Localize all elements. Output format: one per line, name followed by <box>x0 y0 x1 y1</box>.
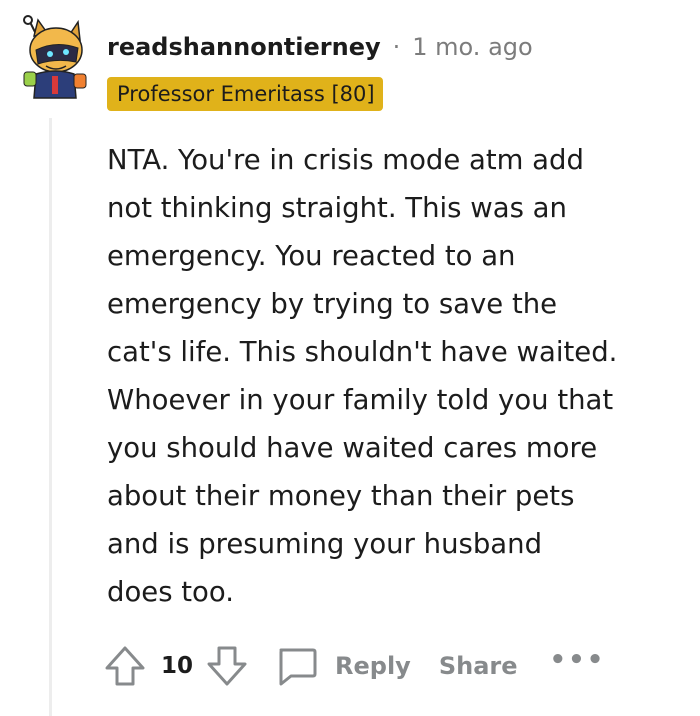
upvote-icon[interactable] <box>103 644 147 688</box>
timestamp[interactable]: 1 mo. ago <box>412 33 532 61</box>
user-flair: Professor Emeritass [80] <box>107 77 383 111</box>
username-link[interactable]: readshannontierney <box>107 33 381 61</box>
avatar[interactable] <box>16 14 88 104</box>
separator-dot: · <box>392 33 401 61</box>
vote-score: 10 <box>161 653 194 679</box>
comment-actions: 10 Reply Share ••• <box>103 640 605 692</box>
more-icon[interactable]: ••• <box>550 645 606 675</box>
comment-body: NTA. You're in crisis mode atm add not t… <box>107 144 618 608</box>
comment-header: readshannontierney · 1 mo. ago <box>107 30 533 64</box>
reply-label: Reply <box>335 652 411 680</box>
reply-button[interactable]: Reply <box>275 644 411 688</box>
thread-line[interactable] <box>49 118 52 716</box>
comment-bubble-icon <box>275 644 319 688</box>
share-button[interactable]: Share <box>439 652 518 680</box>
downvote-icon[interactable] <box>205 644 249 688</box>
